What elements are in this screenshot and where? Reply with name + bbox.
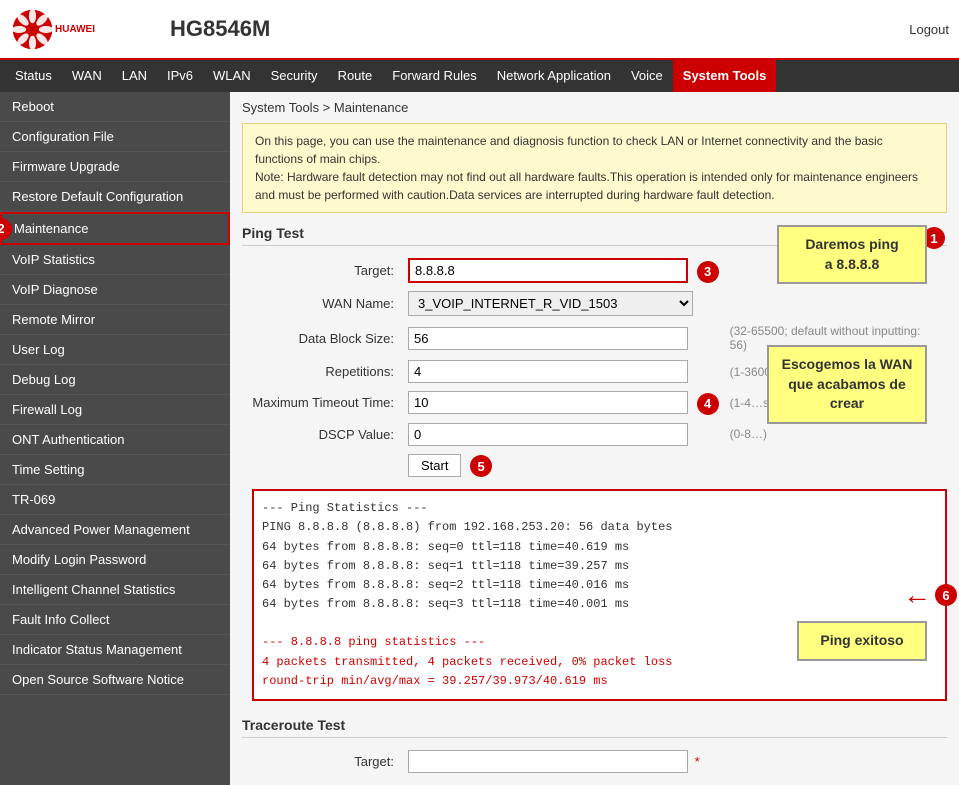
sidebar-item-config-file[interactable]: Configuration File: [0, 122, 230, 152]
nav-system-tools[interactable]: System Tools: [673, 60, 777, 92]
wan-name-select[interactable]: 3_VOIP_INTERNET_R_VID_1503: [408, 291, 693, 316]
nav-route[interactable]: Route: [328, 60, 383, 92]
nav-voice[interactable]: Voice: [621, 60, 673, 92]
result-line6: 64 bytes from 8.8.8.8: seq=3 ttl=118 tim…: [262, 597, 629, 611]
sidebar-item-firmware[interactable]: Firmware Upgrade: [0, 152, 230, 182]
sidebar-item-voip-stats[interactable]: VoIP Statistics: [0, 245, 230, 275]
result-line2: PING 8.8.8.8 (8.8.8.8) from 192.168.253.…: [262, 520, 672, 534]
main-layout: Reboot Configuration File Firmware Upgra…: [0, 92, 959, 785]
callout-bubble-6: Ping exitoso: [797, 621, 927, 661]
nav-ipv6[interactable]: IPv6: [157, 60, 203, 92]
sidebar-item-intelligent-channel[interactable]: Intelligent Channel Statistics: [0, 575, 230, 605]
repetitions-input[interactable]: [408, 360, 688, 383]
sidebar-item-restore-default[interactable]: Restore Default Configuration: [0, 182, 230, 212]
callout-bubble-4: Escogemos la WANque acabamos decrear: [767, 345, 927, 424]
sidebar-item-open-source[interactable]: Open Source Software Notice: [0, 665, 230, 695]
callout-text-1: Daremos pinga 8.8.8.8: [805, 236, 898, 272]
navbar: Status WAN LAN IPv6 WLAN Security Route …: [0, 60, 959, 92]
info-box: On this page, you can use the maintenanc…: [242, 123, 947, 213]
logout-button[interactable]: Logout: [909, 22, 949, 37]
max-timeout-label: Maximum Timeout Time:: [242, 387, 402, 419]
sidebar-item-tr069[interactable]: TR-069: [0, 485, 230, 515]
step-4-circle: 4: [697, 393, 719, 415]
sidebar-item-debug-log[interactable]: Debug Log: [0, 365, 230, 395]
content-area: System Tools > Maintenance On this page,…: [230, 92, 959, 785]
sidebar-item-reboot[interactable]: Reboot: [0, 92, 230, 122]
huawei-logo-icon: [10, 7, 55, 52]
nav-wlan[interactable]: WLAN: [203, 60, 261, 92]
nav-network-application[interactable]: Network Application: [487, 60, 621, 92]
header: HUAWEI HG8546M Logout: [0, 0, 959, 60]
sidebar-item-fault-info[interactable]: Fault Info Collect: [0, 605, 230, 635]
nav-status[interactable]: Status: [5, 60, 62, 92]
wan-name-label: WAN Name:: [242, 287, 402, 320]
sidebar-item-modify-password[interactable]: Modify Login Password: [0, 545, 230, 575]
start-row: Start 5: [242, 450, 947, 482]
ping-result-box: --- Ping Statistics --- PING 8.8.8.8 (8.…: [252, 489, 947, 701]
sidebar-item-remote-mirror[interactable]: Remote Mirror: [0, 305, 230, 335]
target-label: Target:: [242, 254, 402, 287]
sidebar-item-time-setting[interactable]: Time Setting: [0, 455, 230, 485]
result-line1: --- Ping Statistics ---: [262, 501, 428, 515]
start-button[interactable]: Start: [408, 454, 461, 477]
sidebar-item-user-log[interactable]: User Log: [0, 335, 230, 365]
sidebar-item-maintenance[interactable]: Maintenance: [0, 212, 230, 245]
sidebar-item-firewall-log[interactable]: Firewall Log: [0, 395, 230, 425]
huawei-brand: HUAWEI: [55, 24, 95, 35]
traceroute-form: Target: *: [242, 746, 947, 777]
sidebar-item-advanced-power[interactable]: Advanced Power Management: [0, 515, 230, 545]
result-line10: round-trip min/avg/max = 39.257/39.973/4…: [262, 674, 608, 688]
sidebar-item-voip-diagnose[interactable]: VoIP Diagnose: [0, 275, 230, 305]
traceroute-target-input[interactable]: [408, 750, 688, 773]
repetitions-label: Repetitions:: [242, 356, 402, 387]
data-block-label: Data Block Size:: [242, 320, 402, 356]
traceroute-target-label: Target:: [242, 746, 402, 777]
ping-section: Ping Test Target: 3 WAN Name: 3_VOIP: [242, 225, 947, 701]
traceroute-title: Traceroute Test: [242, 717, 947, 738]
breadcrumb: System Tools > Maintenance: [242, 100, 947, 115]
nav-forward-rules[interactable]: Forward Rules: [382, 60, 487, 92]
callout-text-4: Escogemos la WANque acabamos decrear: [782, 356, 913, 411]
dscp-input[interactable]: [408, 423, 688, 446]
sidebar: Reboot Configuration File Firmware Upgra…: [0, 92, 230, 785]
info-line2: Note: Hardware fault detection may not f…: [255, 170, 918, 202]
step-6-area: ← 6: [903, 579, 957, 611]
dscp-label: DSCP Value:: [242, 419, 402, 450]
result-line9: 4 packets transmitted, 4 packets receive…: [262, 655, 672, 669]
nav-security[interactable]: Security: [261, 60, 328, 92]
result-line3: 64 bytes from 8.8.8.8: seq=0 ttl=118 tim…: [262, 540, 629, 554]
wan-name-row: WAN Name: 3_VOIP_INTERNET_R_VID_1503: [242, 287, 947, 320]
step-6-circle: 6: [935, 584, 957, 606]
callout-bubble-1: Daremos pinga 8.8.8.8: [777, 225, 927, 284]
arrow-6-icon: ←: [903, 579, 931, 611]
result-line8: --- 8.8.8.8 ping statistics ---: [262, 635, 485, 649]
step-5-circle: 5: [470, 455, 492, 477]
sidebar-item-ont-auth[interactable]: ONT Authentication: [0, 425, 230, 455]
step-3-circle: 3: [697, 261, 719, 283]
nav-wan[interactable]: WAN: [62, 60, 112, 92]
traceroute-target-row: Target: *: [242, 746, 947, 777]
nav-lan[interactable]: LAN: [112, 60, 157, 92]
logo-area: HUAWEI: [10, 7, 150, 52]
traceroute-section: Traceroute Test Target: *: [242, 717, 947, 777]
target-input[interactable]: [408, 258, 688, 283]
device-title: HG8546M: [150, 16, 909, 42]
max-timeout-input[interactable]: [408, 391, 688, 414]
sidebar-item-indicator-status[interactable]: Indicator Status Management: [0, 635, 230, 665]
data-block-input[interactable]: [408, 327, 688, 350]
result-area: --- Ping Statistics --- PING 8.8.8.8 (8.…: [252, 489, 947, 701]
result-line5: 64 bytes from 8.8.8.8: seq=2 ttl=118 tim…: [262, 578, 629, 592]
info-line1: On this page, you can use the maintenanc…: [255, 134, 883, 166]
callout-text-6: Ping exitoso: [820, 632, 903, 648]
result-line4: 64 bytes from 8.8.8.8: seq=1 ttl=118 tim…: [262, 559, 629, 573]
required-icon: *: [695, 754, 700, 769]
